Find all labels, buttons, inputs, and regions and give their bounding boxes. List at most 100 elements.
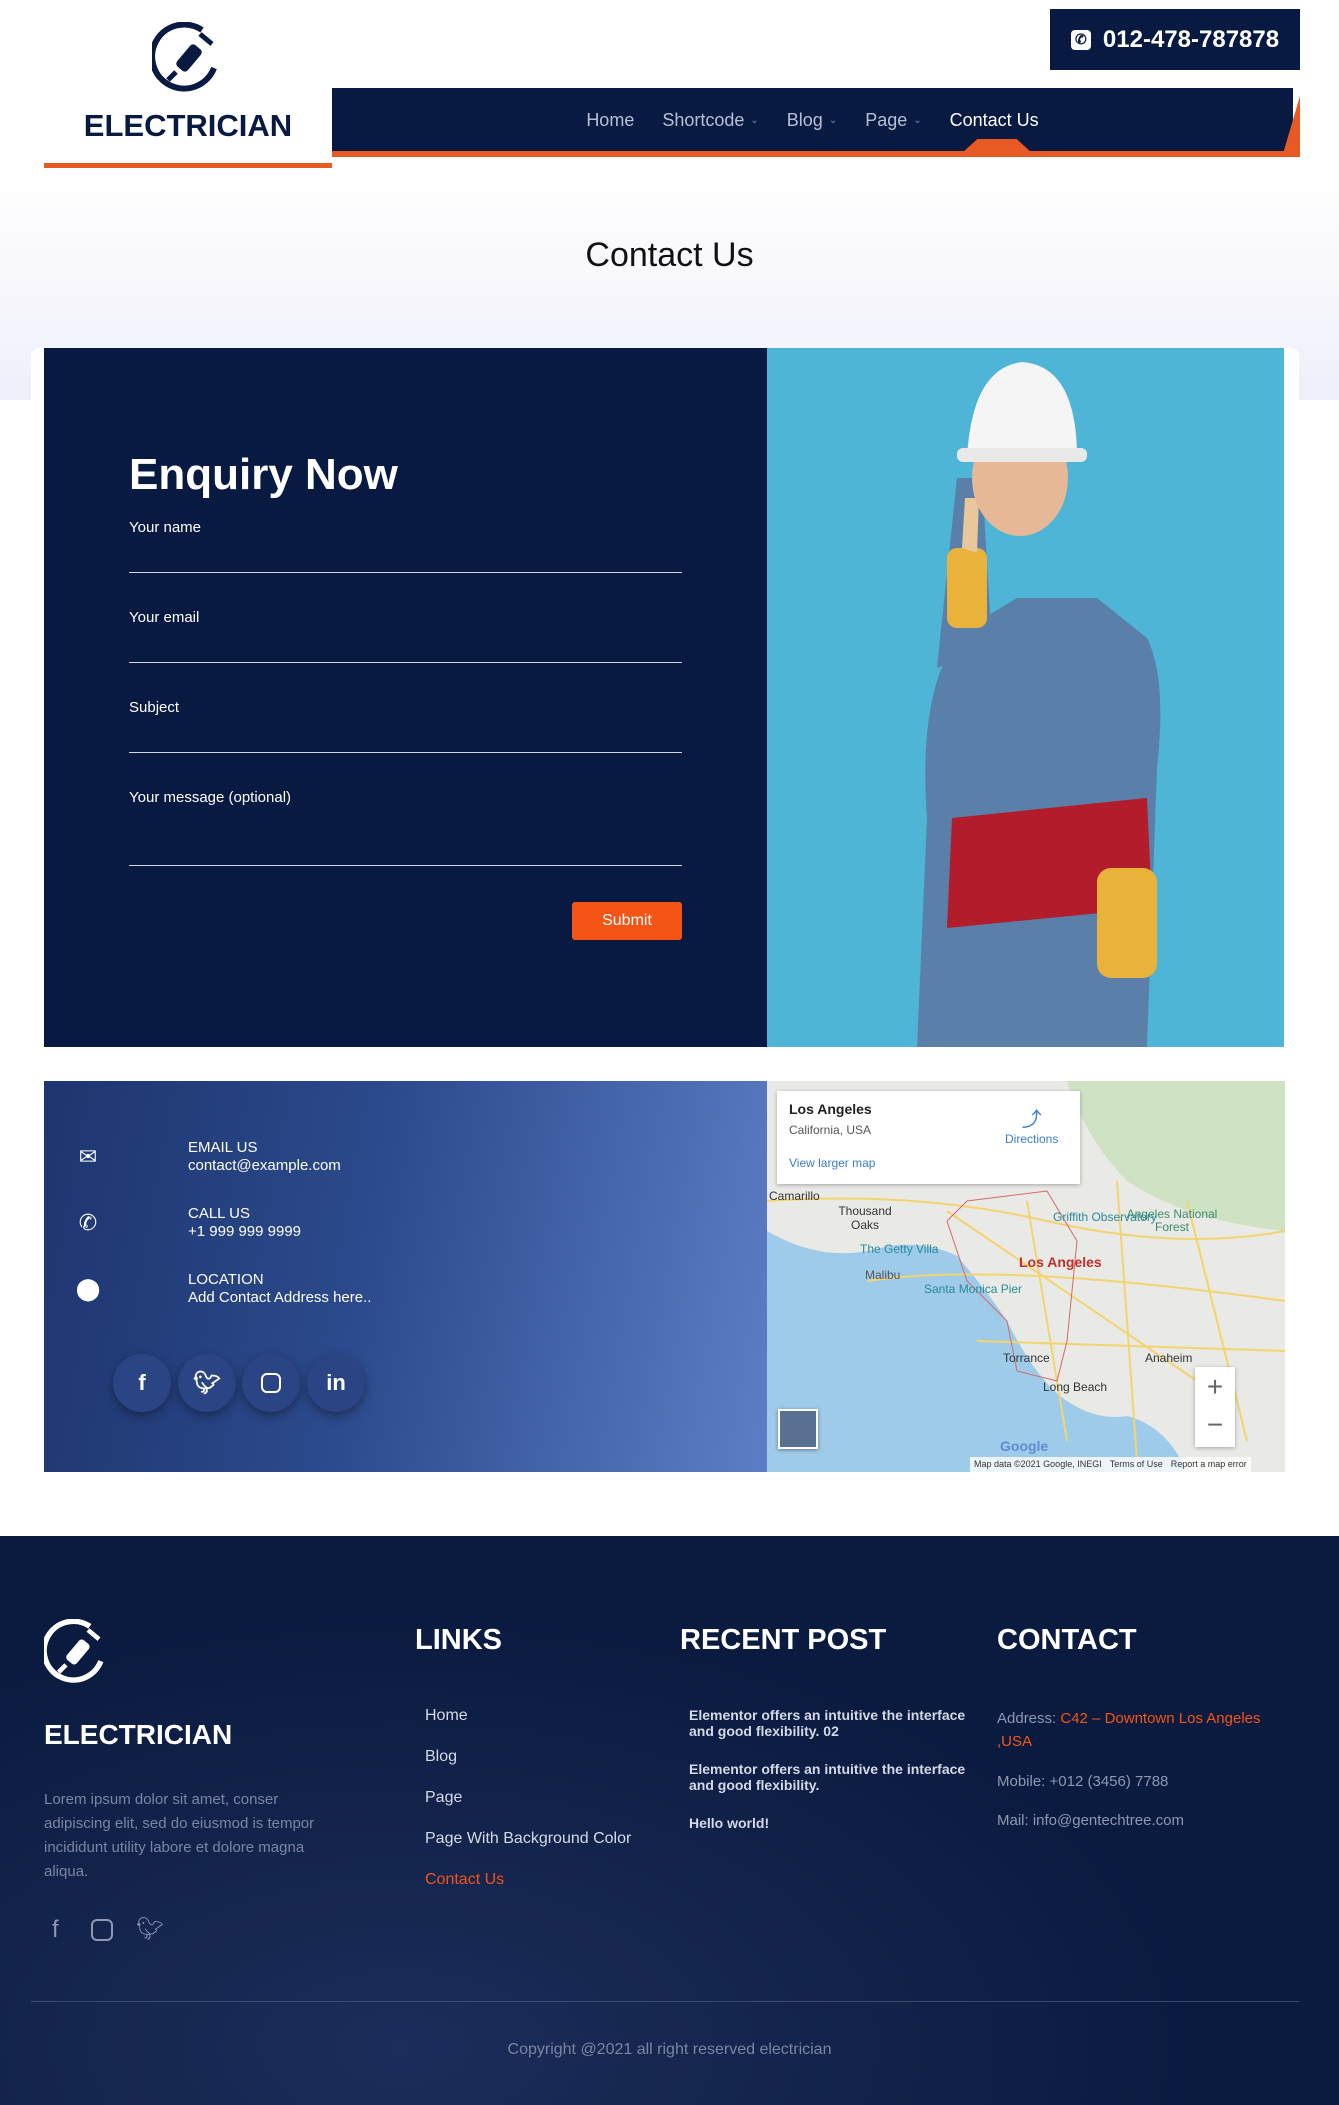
name-field[interactable]: Your name: [129, 519, 682, 573]
enquiry-heading: Enquiry Now: [129, 450, 398, 499]
linkedin-button[interactable]: in: [307, 1354, 365, 1412]
footer-link-home[interactable]: Home: [425, 1707, 468, 1725]
map-info-card: Los Angeles California, USA View larger …: [777, 1091, 1080, 1184]
nav-label: Contact Us: [949, 109, 1039, 130]
map-label: Long Beach: [1043, 1380, 1108, 1394]
info-title: EMAIL US: [188, 1139, 258, 1156]
map-label: Camarillo: [769, 1189, 820, 1203]
directions-link[interactable]: ⤴ Directions: [1005, 1103, 1058, 1146]
nav-label: Blog: [786, 109, 823, 130]
footer-facebook-icon[interactable]: f: [52, 1916, 59, 1944]
linkedin-icon: in: [326, 1370, 346, 1395]
info-value: Add Contact Address here..: [188, 1289, 372, 1306]
nav-blog[interactable]: Blog ⌄: [773, 110, 851, 131]
zoom-controls: + −: [1195, 1367, 1235, 1447]
map-label: Santa Monica Pier: [924, 1282, 1023, 1296]
electrician-photo: [767, 348, 1284, 1047]
call-info: ✆ CALL US +1 999 999 9999: [44, 1205, 301, 1241]
terms-link[interactable]: Terms of Use: [1110, 1459, 1163, 1470]
footer-divider: [31, 2001, 1299, 2002]
field-label: Your message (optional): [129, 789, 292, 806]
logo-text[interactable]: ELECTRICIAN: [44, 108, 332, 144]
field-label: Your name: [129, 519, 201, 536]
map-label: Torrance: [1003, 1351, 1050, 1365]
directions-label: Directions: [1005, 1132, 1059, 1146]
nav-shortcode[interactable]: Shortcode ⌄: [648, 110, 772, 131]
field-label: Your email: [129, 609, 200, 626]
chevron-down-icon: ⌄: [913, 114, 922, 126]
nav-label: Page: [865, 109, 908, 130]
instagram-button[interactable]: [242, 1354, 300, 1412]
info-value[interactable]: +1 999 999 9999: [188, 1223, 301, 1241]
recent-post-link[interactable]: Elementor offers an intuitive the interf…: [689, 1707, 969, 1739]
info-title: CALL US: [188, 1205, 250, 1222]
footer-link-blog[interactable]: Blog: [425, 1748, 457, 1766]
phone-number: 012-478-787878: [1102, 25, 1280, 53]
envelope-icon: ✉: [78, 1144, 98, 1169]
map-label: The Getty Villa: [860, 1242, 939, 1256]
map-label: Thousand Oaks: [838, 1204, 892, 1232]
directions-icon: ⤴: [1021, 1109, 1042, 1131]
map-attribution: Map data ©2021 Google, INEGI Terms of Use…: [970, 1457, 1251, 1472]
footer-instagram-icon[interactable]: [91, 1919, 113, 1941]
satellite-toggle[interactable]: [778, 1409, 818, 1449]
map-embed[interactable]: Los Angeles California, USA View larger …: [767, 1081, 1285, 1472]
footer-logo-icon: [44, 1619, 104, 1683]
report-link[interactable]: Report a map error: [1171, 1459, 1247, 1470]
email-field[interactable]: Your email: [129, 609, 682, 663]
copyright: Copyright @2021 all right reserved elect…: [507, 2041, 832, 2058]
enquiry-form: Enquiry Now Your name Your email Subject…: [44, 348, 767, 1047]
recent-post-link[interactable]: Hello world!: [689, 1815, 969, 1831]
footer-link-page[interactable]: Page: [425, 1789, 462, 1807]
nav-page[interactable]: Page ⌄: [851, 110, 935, 131]
contact-info-panel: ✉ EMAIL US contact@example.com ✆ CALL US +1 …: [44, 1081, 767, 1472]
map-label: Malibu: [865, 1268, 901, 1282]
recent-post-link[interactable]: Elementor offers an intuitive the interf…: [689, 1761, 969, 1793]
map-label: Griffith Observatory: [1053, 1210, 1157, 1224]
nav-label: Home: [586, 109, 635, 130]
footer-twitter-icon[interactable]: 🐦︎: [136, 1916, 164, 1942]
facebook-button[interactable]: f: [113, 1354, 171, 1412]
nav-home[interactable]: Home: [572, 110, 648, 131]
footer: ELECTRICIAN Lorem ipsum dolor sit amet, …: [0, 1536, 1339, 2105]
twitter-icon: 🐦︎: [193, 1370, 221, 1395]
phone-button[interactable]: ✆ 012-478-787878: [1050, 9, 1300, 70]
instagram-icon: [261, 1373, 281, 1393]
footer-link-page-bg[interactable]: Page With Background Color: [425, 1830, 631, 1848]
recent-post-heading: RECENT POST: [680, 1624, 887, 1656]
message-field[interactable]: Your message (optional): [129, 789, 682, 866]
contact-heading: CONTACT: [997, 1624, 1137, 1656]
logo-plug-icon: [152, 22, 217, 92]
map-pin-icon: ⬤: [75, 1276, 101, 1301]
google-logo: Google: [1000, 1438, 1049, 1454]
footer-logo-text: ELECTRICIAN: [44, 1719, 233, 1750]
footer-link-contact[interactable]: Contact Us: [425, 1871, 504, 1889]
map-place: Los Angeles: [789, 1101, 872, 1117]
links-heading: LINKS: [415, 1624, 502, 1656]
info-value[interactable]: contact@example.com: [188, 1157, 341, 1175]
logo-underline: [44, 163, 332, 168]
field-label: Subject: [129, 699, 180, 716]
facebook-icon: f: [138, 1370, 146, 1395]
map-data-text: Map data ©2021 Google, INEGI: [974, 1459, 1102, 1469]
phone-icon: ✆: [1070, 29, 1091, 50]
map-label: Anaheim: [1145, 1351, 1193, 1365]
phone-icon: ✆: [78, 1210, 98, 1235]
email-info: ✉ EMAIL US contact@example.com: [44, 1139, 341, 1175]
footer-about: Lorem ipsum dolor sit amet, conser adipi…: [44, 1791, 315, 1880]
twitter-button[interactable]: 🐦︎: [178, 1354, 236, 1412]
page-title: Contact Us: [585, 236, 754, 274]
mobile-text: Mobile: +012 (3456) 7788: [997, 1773, 1169, 1790]
location-info: ⬤ LOCATION Add Contact Address here..: [44, 1271, 372, 1307]
zoom-out-button[interactable]: −: [1195, 1407, 1235, 1447]
nav-contact[interactable]: Contact Us: [936, 110, 1053, 131]
subject-field[interactable]: Subject: [129, 699, 682, 753]
view-larger-map-link[interactable]: View larger map: [789, 1156, 875, 1170]
zoom-in-button[interactable]: +: [1195, 1367, 1235, 1407]
submit-button[interactable]: Submit: [572, 902, 682, 940]
mail-text: Mail: info@gentechtree.com: [997, 1812, 1184, 1829]
info-title: LOCATION: [188, 1271, 264, 1288]
map-region: California, USA: [789, 1123, 872, 1137]
chevron-down-icon: ⌄: [828, 114, 838, 126]
nav-label: Shortcode: [662, 109, 745, 130]
